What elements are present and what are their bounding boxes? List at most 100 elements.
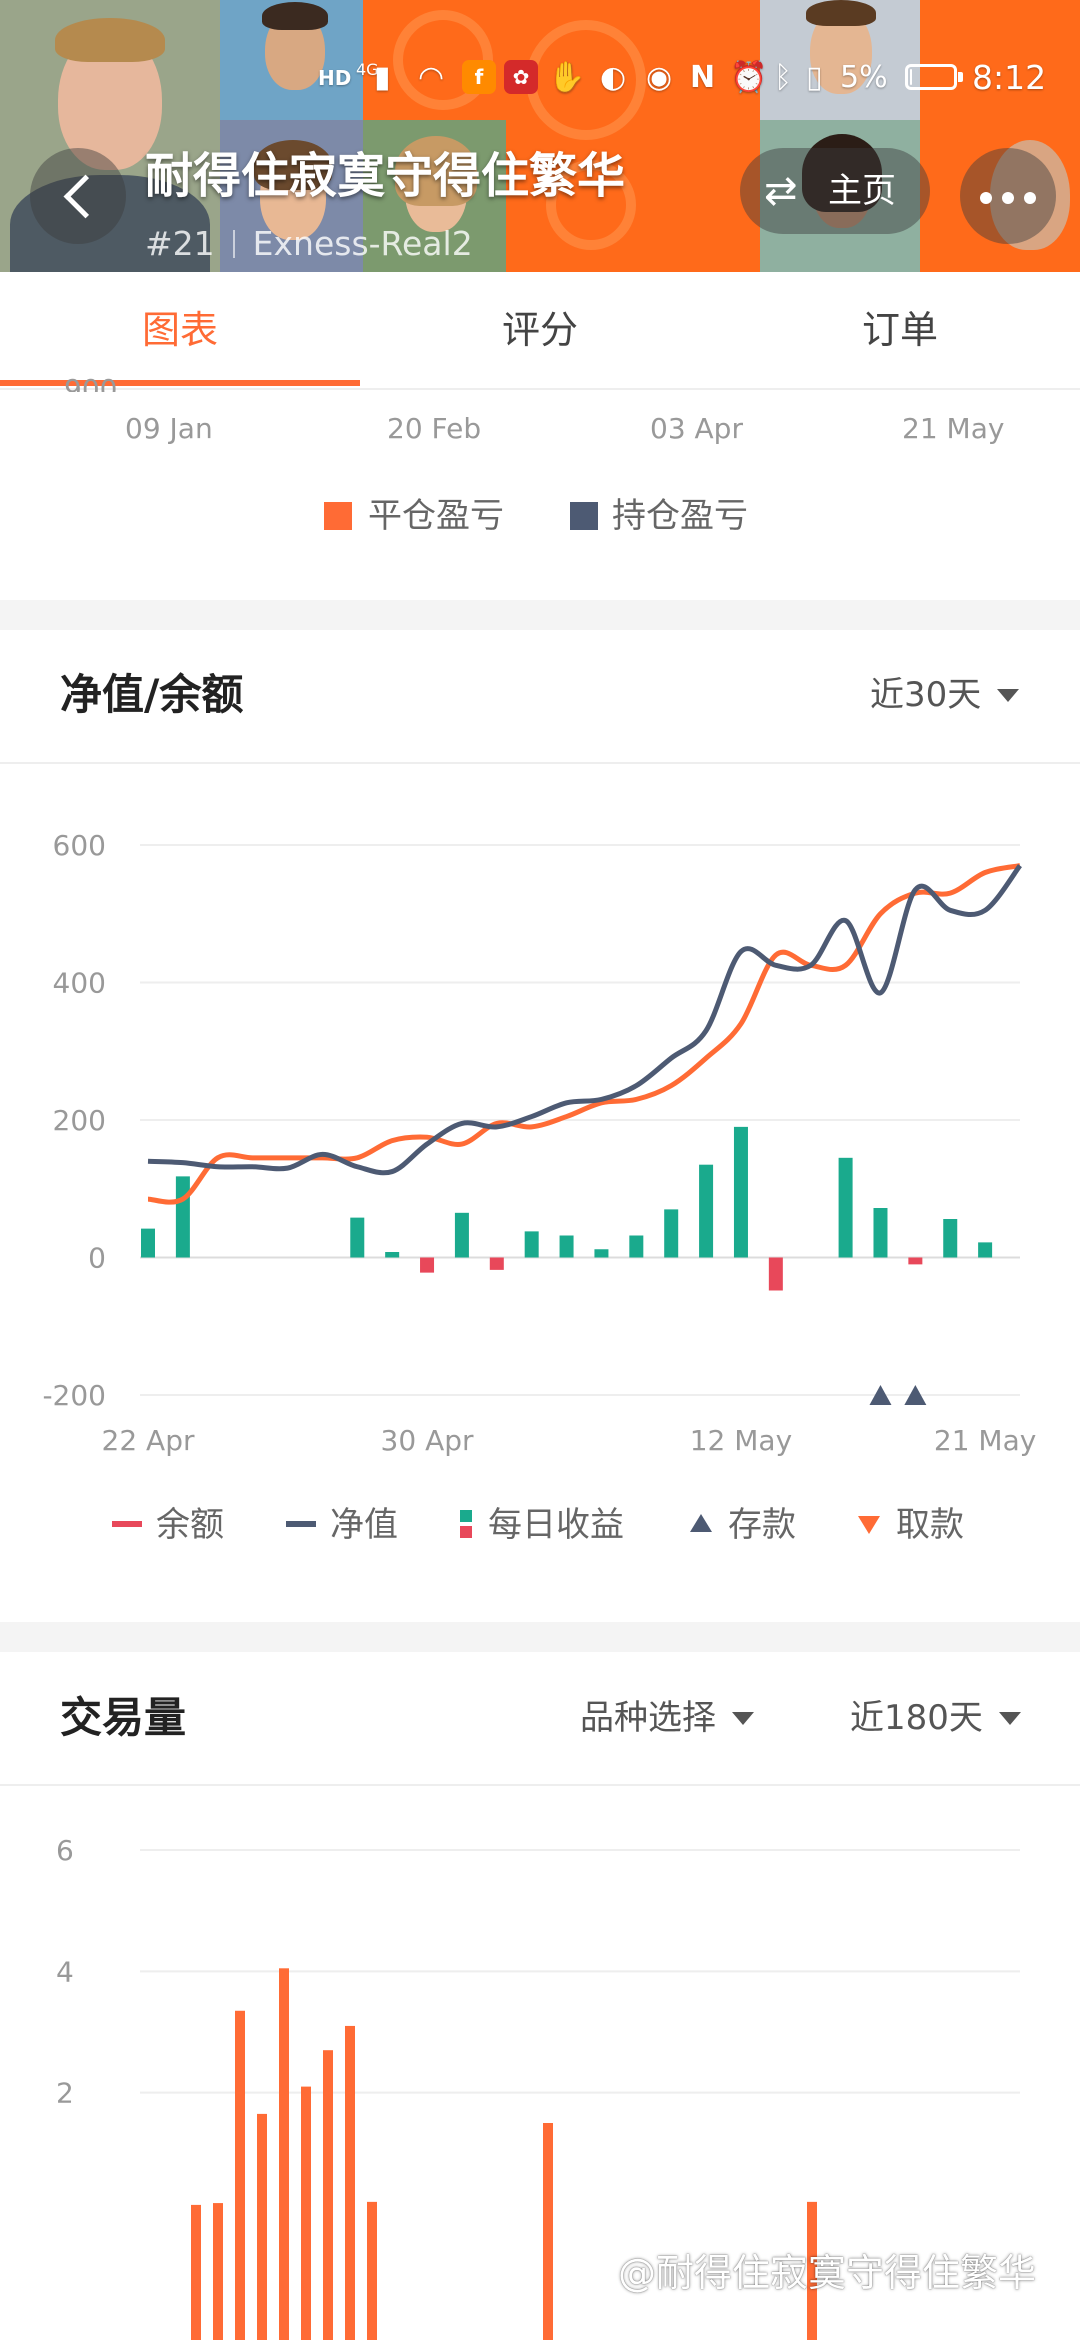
x-tick: 03 Apr	[650, 412, 743, 445]
battery-percent: 5%	[840, 60, 888, 95]
daily-profit-bar	[873, 1208, 888, 1258]
equity-section-title: 净值/余额	[60, 670, 244, 719]
volume-bar	[301, 2086, 311, 2340]
equity-period-select[interactable]: 近30天	[870, 665, 1020, 725]
legend-open-pnl: 持仓盈亏	[612, 496, 748, 536]
legend-closed-pnl: 平仓盈亏	[368, 496, 504, 536]
y-tick-partial: 900	[64, 373, 118, 392]
daily-profit-bar	[908, 1257, 923, 1265]
legend-daily-profit-icon-neg	[460, 1526, 472, 1538]
clock: 8:12	[972, 58, 1047, 97]
tab-bar: 图表 评分 订单	[0, 272, 1080, 390]
account-subtitle: #21 Exness-Real2	[145, 222, 473, 266]
x-tick: 20 Feb	[387, 412, 482, 445]
dropdown-icon	[997, 689, 1020, 702]
volume-bar	[345, 2025, 355, 2340]
more-button[interactable]	[960, 148, 1056, 244]
legend-daily-profit: 每日收益	[488, 1505, 624, 1545]
legend-daily-profit-icon	[460, 1510, 472, 1522]
subtitle-separator	[232, 230, 235, 258]
tab-indicator	[0, 380, 360, 386]
hand-icon: ✋	[548, 60, 586, 95]
volume-bar	[367, 2201, 377, 2340]
daily-profit-bar	[978, 1242, 993, 1258]
volume-bar	[543, 2123, 553, 2340]
volume-section-title: 交易量	[60, 1693, 187, 1742]
dot-icon	[980, 192, 992, 204]
watermark: @耐得住寂寞守得住繁华	[618, 2251, 1037, 2295]
rank-label: #21	[145, 224, 215, 263]
equity-period-label: 近30天	[870, 675, 982, 715]
y-tick-label: 400	[53, 967, 106, 1000]
daily-profit-bar	[454, 1212, 469, 1258]
signal-icon: ▮	[374, 60, 391, 95]
legend-withdraw-icon	[858, 1516, 880, 1534]
symbol-select[interactable]: 品种选择	[580, 1688, 754, 1748]
battery-level	[910, 69, 913, 85]
daily-profit-bar	[768, 1257, 783, 1291]
hd-icon: HD	[318, 66, 352, 90]
swap-icon: ⇄	[764, 168, 798, 214]
nfc-icon: N	[690, 60, 716, 95]
tab-score[interactable]: 评分	[360, 272, 720, 388]
section-divider	[0, 762, 1080, 764]
profile-header: HD 4G ▮ ◠ f ✿ ✋ ◐ ◉ N ⏰ ᛒ ▯ 5% 8:12 耐得住寂…	[0, 0, 1080, 272]
account-label: Exness-Real2	[252, 224, 473, 263]
volume-period-label: 近180天	[850, 1698, 983, 1738]
legend-deposit-icon	[690, 1514, 712, 1532]
home-label: 主页	[828, 171, 896, 211]
page-title: 耐得住寂寞守得住繁华	[145, 148, 626, 204]
daily-profit-bar	[664, 1209, 679, 1258]
daily-profit-bar	[733, 1126, 748, 1258]
daily-profit-bar	[943, 1219, 958, 1258]
daily-profit-bar	[699, 1164, 714, 1258]
section-gap	[0, 1622, 1080, 1652]
y-tick-label: 2	[56, 2077, 74, 2110]
x-tick-label: 22 Apr	[102, 1424, 195, 1457]
daily-profit-bar	[594, 1249, 609, 1258]
home-button[interactable]: ⇄ 主页	[740, 148, 930, 234]
section-gap	[0, 600, 1080, 630]
avatar-tile-6	[506, 0, 649, 272]
eye-icon: ◉	[646, 60, 673, 95]
legend-swatch-closed-pnl	[324, 502, 352, 530]
tab-chart[interactable]: 图表	[0, 272, 360, 388]
daily-profit-bar	[175, 1176, 190, 1258]
daily-profit-bar	[141, 1228, 155, 1258]
legend-equity: 净值	[330, 1505, 398, 1545]
dot-icon	[1024, 192, 1036, 204]
status-bar: HD 4G ▮ ◠ f ✿ ✋ ◐ ◉ N ⏰ ᛒ ▯ 5% 8:12	[0, 42, 1080, 112]
dropdown-icon	[998, 1712, 1021, 1725]
y-tick-label: -200	[42, 1379, 106, 1412]
x-tick-label: 30 Apr	[381, 1424, 474, 1457]
volume-bar	[323, 2050, 333, 2340]
legend-withdraw: 取款	[896, 1505, 964, 1545]
daily-profit-bar	[420, 1257, 435, 1273]
alarm-icon: ⏰	[730, 60, 768, 95]
daily-profit-bar	[838, 1157, 853, 1258]
tab-orders[interactable]: 订单	[720, 272, 1080, 388]
data-saver-icon: ◐	[600, 60, 627, 95]
symbol-select-label: 品种选择	[580, 1698, 716, 1738]
balance-line	[147, 863, 1021, 1205]
bluetooth-icon: ᛒ	[774, 60, 792, 95]
battery-icon	[905, 64, 963, 90]
x-tick-label: 12 May	[690, 1424, 792, 1457]
volume-bar	[279, 1968, 289, 2340]
wifi-icon: ◠	[418, 60, 445, 95]
daily-profit-bar	[385, 1252, 400, 1258]
legend-swatch-open-pnl	[570, 502, 598, 530]
x-tick: 21 May	[902, 412, 1005, 445]
y-tick-label: 6	[56, 1834, 74, 1867]
app-notification-icon: f	[462, 60, 496, 94]
volume-bar	[191, 2204, 201, 2340]
legend-equity-icon	[286, 1521, 316, 1527]
back-button[interactable]	[30, 148, 126, 244]
equity-line	[147, 864, 1023, 1176]
legend-balance: 余额	[156, 1505, 224, 1545]
x-tick-label: 21 May	[934, 1424, 1036, 1457]
volume-period-select[interactable]: 近180天	[850, 1688, 1021, 1748]
daily-profit-bar	[489, 1257, 504, 1270]
vibrate-icon: ▯	[806, 60, 823, 95]
daily-profit-bar	[524, 1231, 539, 1258]
